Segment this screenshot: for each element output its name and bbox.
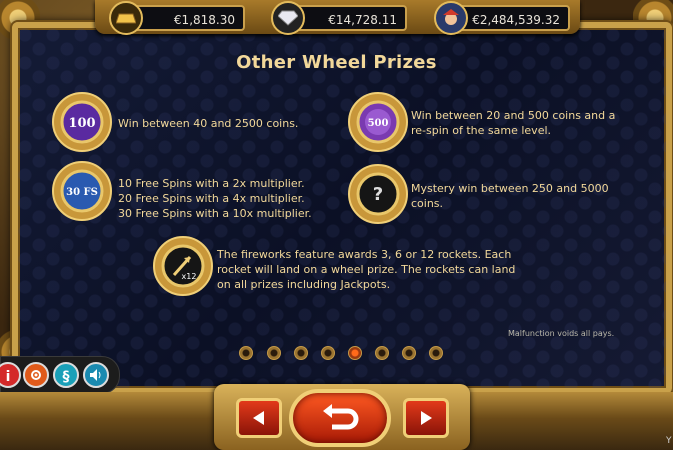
return-to-game-button[interactable]	[289, 389, 391, 447]
corner-label: Y	[666, 436, 672, 446]
prev-page-button[interactable]	[236, 398, 282, 438]
prize-badge-fireworks: x12	[152, 235, 214, 297]
prize-badge-100: 100	[51, 91, 113, 153]
page-dot[interactable]	[375, 346, 389, 360]
svg-text:x12: x12	[182, 272, 197, 281]
svg-text:500: 500	[368, 118, 389, 129]
prize-badge-free-spins: 30 FS	[51, 160, 113, 222]
next-page-button[interactable]	[403, 398, 449, 438]
svg-text:?: ?	[373, 184, 383, 205]
page-dot[interactable]	[402, 346, 416, 360]
gold-bar-icon	[109, 1, 143, 35]
arrow-right-icon	[421, 411, 432, 425]
page-dot[interactable]	[239, 346, 253, 360]
arrow-left-icon	[253, 411, 264, 425]
jackpot-balance: €2,484,539.32	[450, 5, 570, 31]
prize-description: The fireworks feature awards 3, 6 or 12 …	[217, 248, 516, 291]
diamond-icon	[271, 1, 305, 35]
return-arrow-icon	[323, 404, 359, 430]
disclaimer-note: Malfunction voids all pays.	[508, 329, 615, 338]
page-dot[interactable]	[294, 346, 308, 360]
jester-icon	[434, 1, 468, 35]
page-dot[interactable]	[429, 346, 443, 360]
gear-icon[interactable]	[23, 362, 49, 388]
coins-balance: €1,818.30	[125, 5, 245, 31]
prize-description: 10 Free Spins with a 2x multiplier. 20 F…	[118, 177, 312, 220]
info-icon[interactable]: i	[0, 362, 21, 388]
prize-description: Win between 20 and 500 coins and a re-sp…	[411, 109, 616, 137]
svg-text:30 FS: 30 FS	[66, 187, 98, 198]
balance-bar: €1,818.30 €14,728.11 €2,484,539.32	[95, 0, 580, 35]
svg-text:100: 100	[68, 116, 95, 131]
rules-icon[interactable]: §	[53, 362, 79, 388]
page-title: Other Wheel Prizes	[236, 52, 437, 73]
prize-badge-500: 500	[347, 91, 409, 153]
sound-icon[interactable]	[83, 362, 109, 388]
side-button-group: i §	[0, 356, 120, 394]
prize-badge-mystery: ?	[347, 163, 409, 225]
page-dot[interactable]	[267, 346, 281, 360]
prize-description: Mystery win between 250 and 5000 coins.	[411, 182, 609, 210]
diamond-balance: €14,728.11	[287, 5, 407, 31]
page-dot[interactable]	[321, 346, 335, 360]
page-dot-active[interactable]	[348, 346, 362, 360]
prize-description: Win between 40 and 2500 coins.	[118, 117, 299, 130]
